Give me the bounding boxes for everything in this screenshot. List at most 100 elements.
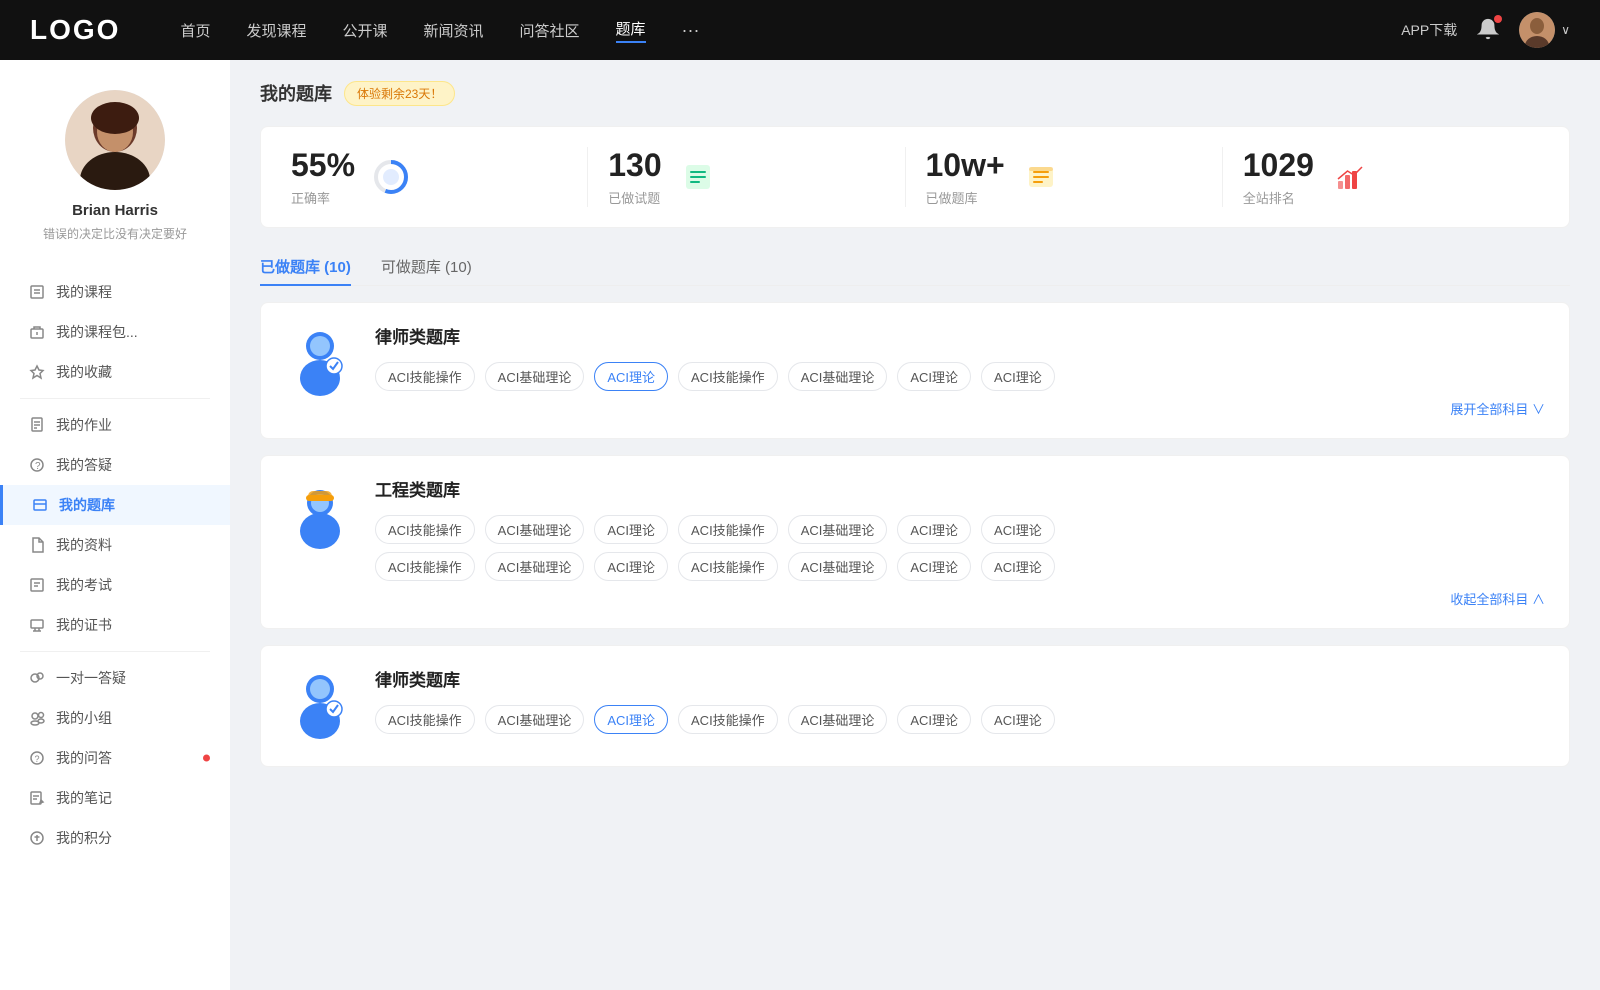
- nav-more[interactable]: ···: [682, 20, 700, 41]
- bank-title-3: 律师类题库: [375, 666, 1545, 691]
- sidebar: Brian Harris 错误的决定比没有决定要好 我的课程 我的课程包...: [0, 60, 230, 990]
- tag[interactable]: ACI技能操作: [678, 552, 778, 581]
- tag[interactable]: ACI理论: [981, 362, 1055, 391]
- package-icon: [28, 323, 46, 341]
- tag[interactable]: ACI基础理论: [485, 552, 585, 581]
- sidebar-item-package[interactable]: 我的课程包...: [0, 312, 230, 352]
- nav-open-course[interactable]: 公开课: [342, 20, 387, 41]
- sidebar-item-favorites[interactable]: 我的收藏: [0, 352, 230, 392]
- tag[interactable]: ACI基础理论: [788, 515, 888, 544]
- stat-rank-label: 全站排名: [1243, 188, 1314, 207]
- tag[interactable]: ACI技能操作: [678, 362, 778, 391]
- sidebar-item-my-qa-label: 我的问答: [56, 748, 112, 768]
- sidebar-item-qa-label: 我的答疑: [56, 455, 112, 475]
- nav-qa[interactable]: 问答社区: [520, 20, 580, 41]
- user-avatar-menu[interactable]: ∨: [1519, 12, 1570, 48]
- expand-link[interactable]: 展开全部科目 ∨: [375, 399, 1545, 418]
- note-icon: [28, 789, 46, 807]
- tag[interactable]: ACI理论: [594, 515, 668, 544]
- profile-avatar: [65, 90, 165, 190]
- homework-icon: [28, 416, 46, 434]
- tag[interactable]: ACI基础理论: [485, 515, 585, 544]
- sidebar-item-my-qa[interactable]: ? 我的问答: [0, 738, 230, 778]
- tab-done[interactable]: 已做题库 (10): [260, 248, 351, 285]
- tag[interactable]: ACI理论: [897, 705, 971, 734]
- sidebar-item-notes[interactable]: 我的笔记: [0, 778, 230, 818]
- sidebar-item-points[interactable]: 我的积分: [0, 818, 230, 858]
- app-download[interactable]: APP下载: [1401, 20, 1457, 40]
- tag[interactable]: ACI技能操作: [375, 515, 475, 544]
- tags-row-1: ACI技能操作 ACI基础理论 ACI理论 ACI技能操作 ACI基础理论 AC…: [375, 515, 1545, 544]
- sidebar-item-info[interactable]: 我的资料: [0, 525, 230, 565]
- tag[interactable]: ACI技能操作: [375, 705, 475, 734]
- sidebar-item-1on1[interactable]: 一对一答疑: [0, 658, 230, 698]
- tag[interactable]: ACI基础理论: [485, 362, 585, 391]
- nav-news[interactable]: 新闻资讯: [424, 20, 484, 41]
- nav-bank[interactable]: 题库: [616, 18, 646, 43]
- question-icon: ?: [28, 456, 46, 474]
- bank-card-header-2: 工程类题库 ACI技能操作 ACI基础理论 ACI理论 ACI技能操作 ACI基…: [285, 476, 1545, 608]
- tag[interactable]: ACI技能操作: [375, 362, 475, 391]
- tag[interactable]: ACI理论: [897, 552, 971, 581]
- stat-questions-value: 130: [608, 147, 661, 184]
- sidebar-profile: Brian Harris 错误的决定比没有决定要好: [0, 90, 230, 262]
- svg-text:?: ?: [35, 461, 41, 472]
- stats-bar: 55% 正确率 130 已做试题: [260, 126, 1570, 228]
- sidebar-item-group[interactable]: 我的小组: [0, 698, 230, 738]
- sidebar-item-favorites-label: 我的收藏: [56, 362, 112, 382]
- notification-bell[interactable]: [1477, 18, 1499, 43]
- banks-icon: [1021, 157, 1061, 197]
- tag[interactable]: ACI理论: [897, 362, 971, 391]
- sidebar-item-homework[interactable]: 我的作业: [0, 405, 230, 445]
- tag[interactable]: ACI基础理论: [788, 552, 888, 581]
- sidebar-item-cert-label: 我的证书: [56, 615, 112, 635]
- sidebar-item-course-label: 我的课程: [56, 282, 112, 302]
- tag[interactable]: ACI技能操作: [375, 552, 475, 581]
- profile-motto: 错误的决定比没有决定要好: [20, 225, 210, 242]
- bank-icon: [31, 496, 49, 514]
- tag[interactable]: ACI技能操作: [678, 705, 778, 734]
- bank-content: 律师类题库 ACI技能操作 ACI基础理论 ACI理论 ACI技能操作 ACI基…: [375, 323, 1545, 418]
- avatar: [1519, 12, 1555, 48]
- bank-card-header: 律师类题库 ACI技能操作 ACI基础理论 ACI理论 ACI技能操作 ACI基…: [285, 323, 1545, 418]
- tab-todo[interactable]: 可做题库 (10): [381, 248, 472, 285]
- stat-accuracy: 55% 正确率: [291, 147, 588, 207]
- tag[interactable]: ACI技能操作: [678, 515, 778, 544]
- lawyer-icon: [285, 323, 355, 403]
- stat-questions: 130 已做试题: [588, 147, 905, 207]
- nav-home[interactable]: 首页: [180, 20, 210, 41]
- exam-icon: [28, 576, 46, 594]
- tag[interactable]: ACI理论: [981, 515, 1055, 544]
- notification-badge: [1494, 15, 1502, 23]
- qa-badge: [203, 755, 210, 762]
- stat-banks: 10w+ 已做题库: [906, 147, 1223, 207]
- tag[interactable]: ACI理论: [594, 552, 668, 581]
- tag[interactable]: ACI基础理论: [788, 362, 888, 391]
- tag[interactable]: ACI基础理论: [788, 705, 888, 734]
- sidebar-item-bank[interactable]: 我的题库: [0, 485, 230, 525]
- stat-questions-label: 已做试题: [608, 188, 661, 207]
- tag[interactable]: ACI理论: [981, 705, 1055, 734]
- sidebar-item-qa[interactable]: ? 我的答疑: [0, 445, 230, 485]
- stat-rank-value: 1029: [1243, 147, 1314, 184]
- sidebar-item-1on1-label: 一对一答疑: [56, 668, 126, 688]
- collapse-link[interactable]: 收起全部科目 ∧: [375, 589, 1545, 608]
- sidebar-item-info-label: 我的资料: [56, 535, 112, 555]
- sidebar-item-course[interactable]: 我的课程: [0, 272, 230, 312]
- tag-selected[interactable]: ACI理论: [594, 705, 668, 734]
- tag[interactable]: ACI理论: [897, 515, 971, 544]
- tag-selected[interactable]: ACI理论: [594, 362, 668, 391]
- bank-content-3: 律师类题库 ACI技能操作 ACI基础理论 ACI理论 ACI技能操作 ACI基…: [375, 666, 1545, 742]
- tag[interactable]: ACI理论: [981, 552, 1055, 581]
- tag[interactable]: ACI基础理论: [485, 705, 585, 734]
- rank-icon: [1330, 157, 1370, 197]
- stat-accuracy-label: 正确率: [291, 188, 355, 207]
- sidebar-item-cert[interactable]: 我的证书: [0, 605, 230, 645]
- course-icon: [28, 283, 46, 301]
- nav-discover[interactable]: 发现课程: [246, 20, 306, 41]
- page-title: 我的题库: [260, 80, 332, 106]
- bank-title: 律师类题库: [375, 323, 1545, 348]
- sidebar-item-bank-label: 我的题库: [59, 495, 115, 515]
- group-icon: [28, 709, 46, 727]
- sidebar-item-exam[interactable]: 我的考试: [0, 565, 230, 605]
